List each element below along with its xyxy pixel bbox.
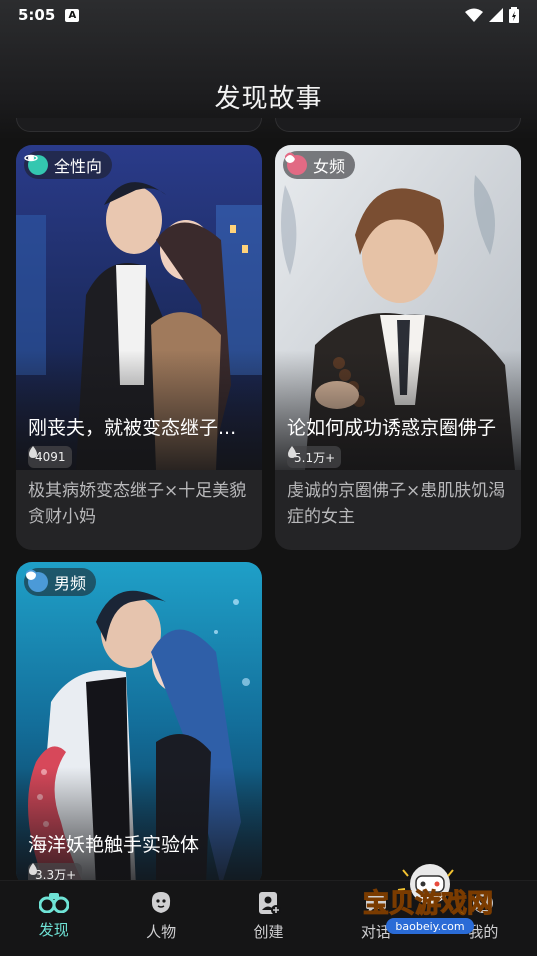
wifi-icon — [465, 8, 483, 22]
story-description: 虔诚的京圈佛子×患肌肤饥渴症的女主 — [287, 481, 506, 527]
notification-icon: A — [65, 8, 80, 22]
tab-label: 发现 — [38, 921, 69, 939]
story-card[interactable]: 男频 海洋妖艳触手实验体 3.3万+ — [16, 562, 262, 887]
status-bar: 5:05 A — [0, 0, 537, 30]
story-title: 海洋妖艳触手实验体 — [28, 834, 200, 856]
binoculars-icon — [38, 893, 69, 913]
story-title: 论如何成功诱惑京圈佛子 — [287, 417, 497, 439]
popularity-badge: 5.1万+ — [287, 446, 342, 468]
tab-characters[interactable]: 人物 — [107, 881, 214, 956]
story-card[interactable]: 女频 论如何成功诱惑京圈佛子 5.1万+ 虔诚的京圈佛子×患肌肤饥渴症的女主 — [275, 145, 521, 550]
svg-text:baobeiy.com: baobeiy.com — [395, 920, 464, 933]
previous-card-edge — [16, 118, 262, 132]
page-title: 发现故事 — [214, 84, 323, 114]
popularity-count: 4091 — [35, 450, 66, 464]
male-avatar-icon — [26, 569, 48, 592]
category-label: 女频 — [313, 157, 346, 176]
status-time: 5:05 — [18, 6, 56, 24]
previous-card-edge — [275, 118, 521, 132]
tab-discover[interactable]: 发现 — [0, 881, 107, 956]
person-icon — [152, 892, 171, 913]
category-label: 男频 — [54, 574, 87, 593]
tab-label: 人物 — [146, 923, 177, 941]
story-title: 刚丧夫，就被变态继子... — [28, 417, 237, 439]
category-tag: 全性向 — [24, 151, 113, 179]
svg-text:宝贝游戏网: 宝贝游戏网 — [363, 888, 493, 919]
create-icon — [258, 892, 281, 915]
female-avatar-icon — [285, 152, 307, 175]
tab-label: 创建 — [253, 923, 284, 941]
story-cover-image: 女频 论如何成功诱惑京圈佛子 5.1万+ — [275, 145, 521, 470]
planet-icon — [24, 154, 48, 175]
story-card[interactable]: 全性向 刚丧夫，就被变态继子... 4091 极其病娇变态继子×十足美貌贪财小妈 — [16, 145, 262, 550]
category-label: 全性向 — [54, 157, 103, 176]
category-tag: 男频 — [24, 568, 97, 596]
popularity-badge: 4091 — [28, 446, 72, 468]
category-tag: 女频 — [283, 151, 356, 179]
watermark-logo: 宝贝游戏网 baobeiy.com — [358, 862, 508, 942]
popularity-count: 5.1万+ — [294, 450, 336, 465]
story-cover-image: 男频 海洋妖艳触手实验体 3.3万+ — [16, 562, 262, 887]
story-description: 极其病娇变态继子×十足美貌贪财小妈 — [28, 481, 247, 527]
story-cover-image: 全性向 刚丧夫，就被变态继子... 4091 — [16, 145, 262, 470]
battery-icon — [509, 7, 519, 23]
tab-create[interactable]: 创建 — [215, 881, 322, 956]
signal-icon — [489, 8, 503, 22]
